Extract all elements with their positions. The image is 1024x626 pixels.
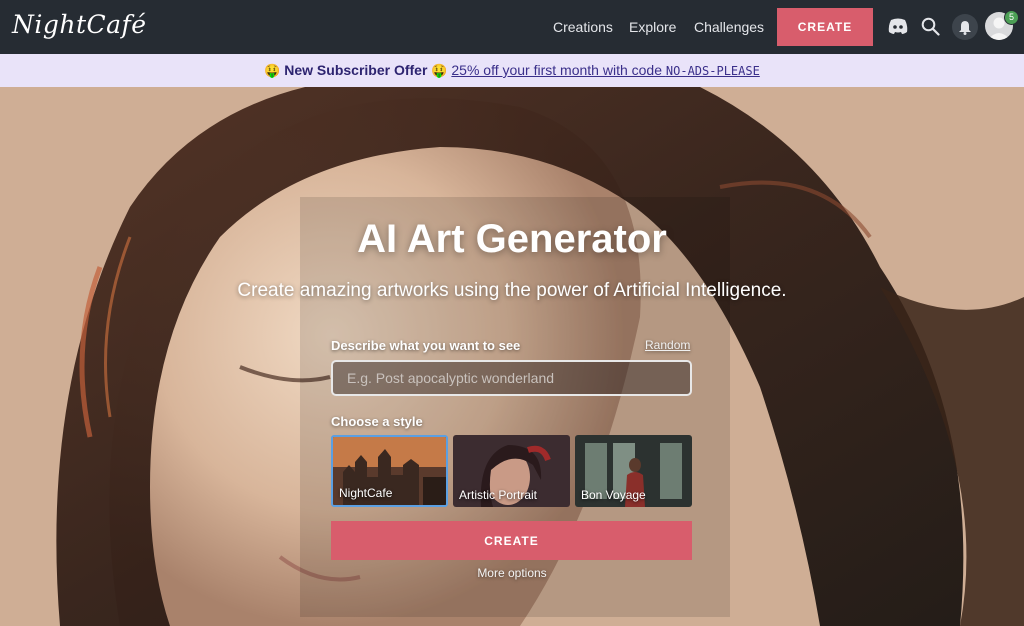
- style-name: Bon Voyage: [581, 488, 646, 502]
- promo-link-text: 25% off your first month with code: [451, 62, 662, 78]
- promo-link[interactable]: 25% off your first month with code NO-AD…: [451, 62, 759, 78]
- style-option-artistic-portrait[interactable]: Artistic Portrait: [453, 435, 570, 507]
- nav-link-explore[interactable]: Explore: [629, 19, 676, 35]
- prompt-input[interactable]: [331, 360, 692, 396]
- promo-banner: 🤑 New Subscriber Offer 🤑 25% off your fi…: [0, 54, 1024, 87]
- style-label: Choose a style: [331, 414, 423, 429]
- style-name: Artistic Portrait: [459, 488, 538, 502]
- discord-icon[interactable]: [887, 17, 909, 40]
- money-face-icon: 🤑: [264, 63, 281, 78]
- bell-icon: [959, 20, 971, 35]
- money-face-icon: 🤑: [431, 63, 448, 78]
- style-name: NightCafe: [339, 486, 393, 500]
- style-option-bon-voyage[interactable]: Bon Voyage: [575, 435, 692, 507]
- nav-link-challenges[interactable]: Challenges: [694, 19, 764, 35]
- create-artwork-button[interactable]: CREATE: [331, 521, 692, 560]
- more-options-link[interactable]: More options: [0, 566, 1024, 580]
- random-prompt-link[interactable]: Random: [645, 338, 690, 352]
- nightcafe-logo[interactable]: NightCafé: [12, 10, 147, 39]
- promo-code: NO-ADS-PLEASE: [665, 64, 760, 78]
- top-navbar: NightCafé Creations Explore Challenges C…: [0, 0, 1024, 54]
- search-icon[interactable]: [921, 17, 940, 41]
- hero-title: AI Art Generator: [357, 217, 667, 261]
- nav-link-creations[interactable]: Creations: [553, 19, 613, 35]
- hero-section: AI Art Generator Create amazing artworks…: [0, 87, 1024, 626]
- prompt-label: Describe what you want to see: [331, 338, 521, 353]
- hero-subtitle: Create amazing artworks using the power …: [237, 280, 787, 301]
- promo-offer-title: New Subscriber Offer: [284, 62, 428, 78]
- style-option-nightcafe[interactable]: NightCafe: [331, 435, 448, 507]
- notifications-button[interactable]: [952, 14, 978, 40]
- notification-count-badge: 5: [1004, 10, 1019, 25]
- nav-create-button[interactable]: CREATE: [777, 8, 873, 46]
